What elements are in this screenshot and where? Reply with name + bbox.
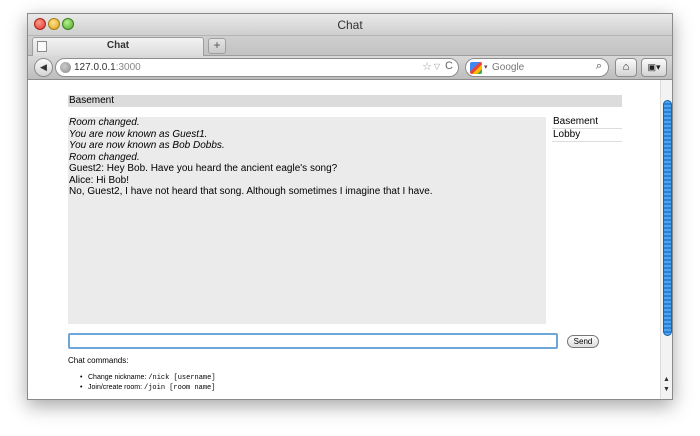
room-item[interactable]: Basement — [552, 116, 622, 129]
search-engine-dropdown-icon[interactable]: ▾ — [484, 63, 488, 71]
search-bar[interactable]: ▾ Google ⌕ — [465, 58, 609, 77]
chat-message: No, Guest2, I have not heard that song. … — [69, 186, 433, 197]
reload-icon[interactable]: C — [445, 60, 453, 72]
google-icon[interactable] — [470, 62, 482, 74]
command-syntax: /join [room name] — [144, 384, 216, 392]
bookmark-star-icon[interactable]: ☆ — [422, 60, 432, 73]
current-room-title: Basement — [68, 95, 622, 107]
command-label: Change nickname: — [88, 374, 149, 381]
scroll-thumb[interactable] — [663, 100, 672, 336]
search-icon[interactable]: ⌕ — [596, 60, 602, 73]
scroll-down-arrow-icon[interactable]: ▼ — [663, 386, 670, 393]
commands-title: Chat commands: — [68, 356, 129, 365]
url-text[interactable]: 127.0.0.1:3000 — [74, 62, 141, 73]
commands-list: Change nickname: /nick [username]Join/cr… — [80, 373, 216, 393]
history-dropdown-icon[interactable]: ▽ — [434, 62, 440, 71]
back-button[interactable]: ◀ — [34, 58, 53, 77]
scroll-up-arrow-icon[interactable]: ▲ — [663, 376, 670, 383]
send-button[interactable]: Send — [567, 335, 599, 348]
system-message: Room changed. — [69, 151, 140, 163]
url-port: :3000 — [115, 62, 141, 73]
menu-button[interactable]: ▣▾ — [641, 58, 667, 77]
command-item: Change nickname: /nick [username] — [80, 373, 216, 383]
system-message: Room changed. — [69, 117, 140, 128]
command-item: Join/create room: /join [room name] — [80, 383, 216, 393]
message-log: Room changed. You are now known as Guest1… — [68, 117, 546, 324]
url-host: 127.0.0.1 — [74, 62, 116, 73]
room-item[interactable]: Lobby — [552, 129, 622, 142]
command-syntax: /nick [username] — [148, 374, 216, 382]
new-tab-button[interactable]: + — [208, 38, 226, 54]
system-message: You are now known as Guest1. — [69, 128, 208, 140]
command-label: Join/create room: — [88, 384, 145, 391]
window-title: Chat — [337, 18, 363, 32]
tab-bar: Chat + — [28, 36, 672, 56]
globe-icon — [60, 62, 71, 73]
tab-label: Chat — [106, 40, 130, 51]
title-bar: Chat — [28, 14, 672, 36]
browser-window: Chat Chat + ◀ 127.0.0.1:3000 ☆ ▽ C ▾ Goo… — [27, 13, 673, 400]
tab-chat[interactable]: Chat — [32, 37, 204, 56]
chat-message: Guest2: Hey Bob. Have you heard the anci… — [69, 163, 338, 174]
vertical-scrollbar[interactable]: ▲ ▼ — [660, 80, 672, 399]
page-content: Basement Room changed. You are now known … — [28, 80, 660, 399]
message-input[interactable] — [68, 333, 558, 349]
address-bar[interactable]: 127.0.0.1:3000 ☆ ▽ C — [55, 58, 459, 77]
room-list: Basement Lobby — [552, 116, 622, 142]
search-placeholder[interactable]: Google — [492, 62, 524, 73]
home-button[interactable]: ⌂ — [615, 58, 637, 77]
system-message: You are now known as Bob Dobbs. — [69, 140, 225, 151]
navigation-toolbar: ◀ 127.0.0.1:3000 ☆ ▽ C ▾ Google ⌕ ⌂ ▣▾ — [28, 56, 672, 80]
chat-message: Alice: Hi Bob! — [69, 174, 130, 186]
